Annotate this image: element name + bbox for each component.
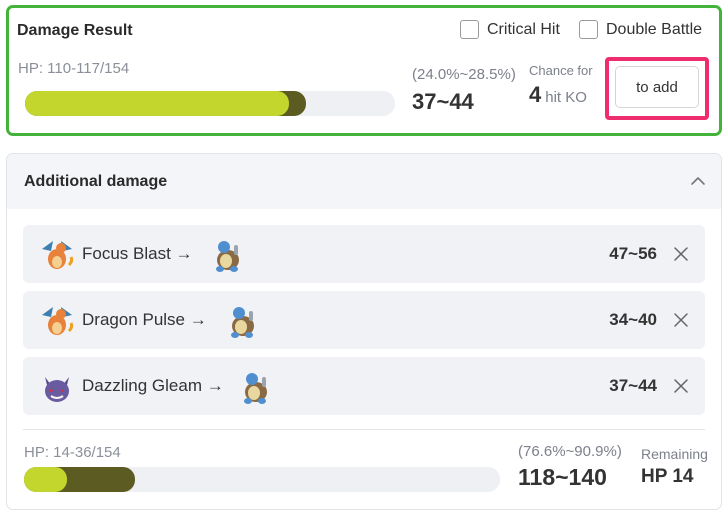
total-hp-bar-min-fill — [24, 467, 68, 492]
additional-damage-header[interactable]: Additional damage — [7, 154, 721, 209]
move-label: Focus Blast → — [82, 244, 193, 264]
remaining-hp: HP 14 — [641, 466, 694, 487]
double-battle-box[interactable] — [579, 20, 598, 39]
arrow-icon: → — [175, 244, 193, 263]
move-name: Focus Blast — [82, 244, 171, 263]
blastoise-sprite-icon — [216, 241, 239, 272]
double-battle-checkbox[interactable]: Double Battle — [579, 20, 702, 39]
move-damage: 47~56 — [609, 244, 657, 263]
move-damage: 37~44 — [609, 376, 657, 395]
double-battle-label: Double Battle — [606, 20, 703, 38]
critical-hit-box[interactable] — [460, 20, 479, 39]
critical-hit-label: Critical Hit — [487, 20, 560, 38]
blastoise-sprite-icon — [244, 373, 267, 404]
hit-ko-number: 4 — [529, 82, 542, 107]
additional-move-row: Dazzling Gleam → 37~44 — [23, 357, 705, 415]
remaining-label: Remaining — [641, 446, 708, 462]
damage-result-title: Damage Result — [17, 22, 133, 39]
total-hp-bar — [24, 467, 500, 492]
close-icon[interactable] — [673, 378, 689, 394]
move-name: Dragon Pulse — [82, 310, 186, 329]
total-hp-label: HP: 14-36/154 — [24, 444, 121, 461]
hit-ko-value: 4 hit KO — [529, 82, 587, 108]
critical-hit-checkbox[interactable]: Critical Hit — [460, 20, 560, 39]
arrow-icon: → — [206, 376, 224, 395]
close-icon[interactable] — [673, 246, 689, 262]
arrow-icon: → — [189, 310, 207, 329]
chevron-up-icon[interactable] — [689, 172, 707, 190]
chance-label: Chance for — [529, 63, 593, 78]
additional-damage-panel: Additional damage Focus Blast → 47~56 Dr… — [6, 153, 722, 510]
gengar-sprite-icon — [45, 377, 69, 402]
close-icon[interactable] — [673, 312, 689, 328]
hp-bar-min-fill — [25, 91, 290, 116]
hp-range-label: HP: 110-117/154 — [18, 60, 130, 77]
move-damage: 34~40 — [609, 310, 657, 329]
additional-move-row: Dragon Pulse → 34~40 — [23, 291, 705, 349]
divider — [23, 429, 705, 430]
damage-range: 37~44 — [412, 89, 474, 114]
additional-damage-title: Additional damage — [24, 173, 168, 190]
damage-percent: (24.0%~28.5%) — [412, 66, 516, 83]
to-add-button[interactable]: to add — [615, 66, 699, 108]
move-name: Dazzling Gleam — [82, 376, 202, 395]
blastoise-sprite-icon — [231, 307, 254, 338]
total-damage-range: 118~140 — [518, 464, 607, 490]
charizard-sprite-icon — [42, 307, 74, 335]
total-damage-percent: (76.6%~90.9%) — [518, 443, 622, 460]
additional-move-row: Focus Blast → 47~56 — [23, 225, 705, 283]
charizard-sprite-icon — [42, 241, 74, 269]
hp-bar — [25, 91, 395, 116]
move-label: Dragon Pulse → — [82, 310, 207, 330]
move-label: Dazzling Gleam → — [82, 376, 224, 396]
hit-ko-suffix: hit KO — [545, 89, 587, 106]
